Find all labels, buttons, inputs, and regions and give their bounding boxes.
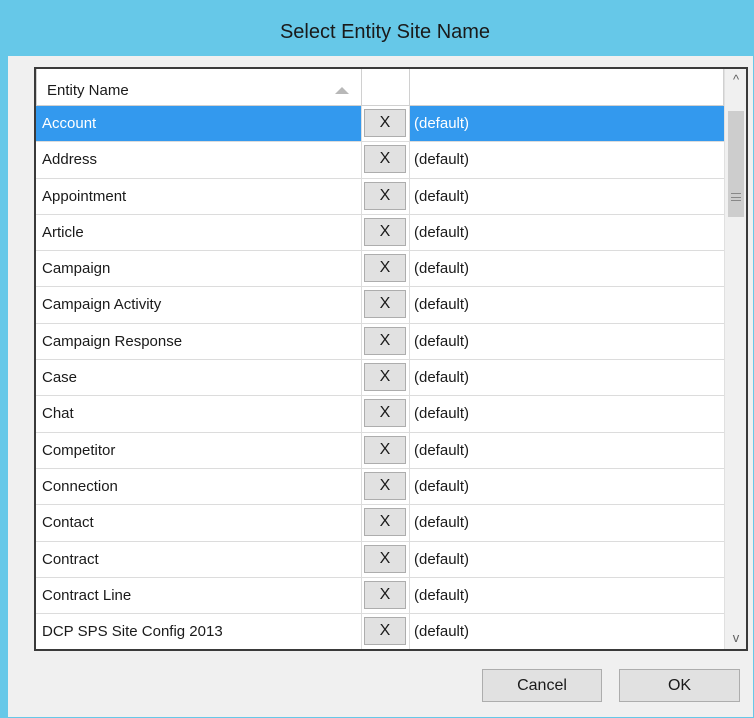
entity-name-cell[interactable]: Case — [36, 360, 362, 396]
table-row[interactable]: Contract X (default) — [36, 541, 724, 578]
table-row[interactable]: Article X (default) — [36, 214, 724, 252]
entity-name-cell[interactable]: Account — [36, 106, 362, 142]
dialog-title: Select Entity Site Name — [8, 0, 754, 56]
table-row[interactable]: Chat X (default) — [36, 396, 724, 433]
entity-name-cell[interactable]: Campaign Response — [36, 323, 362, 360]
clear-site-button[interactable]: X — [364, 435, 406, 464]
site-name-cell[interactable]: (default) — [410, 251, 724, 287]
clear-cell: X — [362, 142, 410, 178]
column-header-site-name[interactable] — [410, 69, 724, 106]
clear-cell: X — [362, 577, 410, 614]
column-header-entity-name[interactable]: Entity Name — [36, 69, 362, 106]
table-row[interactable]: Account X (default) — [36, 106, 724, 143]
table-row[interactable]: Campaign Activity X (default) — [36, 287, 724, 324]
clear-site-button[interactable]: X — [364, 363, 406, 392]
table-row[interactable]: Appointment X (default) — [36, 178, 724, 215]
table-row[interactable]: Case X (default) — [36, 360, 724, 397]
vertical-scrollbar[interactable]: ^ v — [724, 69, 746, 649]
clear-cell: X — [362, 396, 410, 432]
site-name-cell[interactable]: (default) — [410, 396, 724, 432]
cancel-button[interactable]: Cancel — [482, 669, 602, 702]
site-name-cell[interactable]: (default) — [410, 178, 724, 214]
entity-name-cell[interactable]: Competitor — [36, 432, 362, 468]
clear-cell: X — [362, 214, 410, 251]
entity-name-cell[interactable]: Contract Line — [36, 577, 362, 614]
table-row[interactable]: Address X (default) — [36, 142, 724, 179]
clear-site-button[interactable]: X — [364, 145, 406, 174]
clear-cell: X — [362, 251, 410, 287]
scrollbar-thumb[interactable] — [728, 111, 744, 217]
clear-cell: X — [362, 287, 410, 323]
clear-site-button[interactable]: X — [364, 471, 406, 500]
table-row[interactable]: Contact X (default) — [36, 505, 724, 542]
entity-name-cell[interactable]: Contact — [36, 505, 362, 541]
clear-cell: X — [362, 614, 410, 649]
entity-name-cell[interactable]: Chat — [36, 396, 362, 432]
clear-site-button[interactable]: X — [364, 326, 406, 355]
scroll-up-arrow-icon[interactable]: ^ — [725, 69, 746, 91]
clear-site-button[interactable]: X — [364, 217, 406, 246]
site-name-cell[interactable]: (default) — [410, 505, 724, 541]
column-header-clear[interactable] — [362, 69, 410, 106]
table-row[interactable]: Campaign Response X (default) — [36, 323, 724, 361]
entity-name-cell[interactable]: Connection — [36, 468, 362, 505]
table-row[interactable]: Competitor X (default) — [36, 432, 724, 469]
clear-cell: X — [362, 106, 410, 142]
clear-site-button[interactable]: X — [364, 290, 406, 319]
entity-grid: Entity Name Account X (default) Address X (de… — [34, 67, 748, 651]
sort-ascending-icon — [335, 87, 349, 94]
clear-site-button[interactable]: X — [364, 109, 406, 137]
site-name-cell[interactable]: (default) — [410, 541, 724, 577]
entity-grid-body: Entity Name Account X (default) Address X (de… — [36, 69, 724, 649]
site-name-cell[interactable]: (default) — [410, 468, 724, 505]
site-name-cell[interactable]: (default) — [410, 142, 724, 178]
clear-cell: X — [362, 468, 410, 505]
entity-name-cell[interactable]: Appointment — [36, 178, 362, 214]
clear-cell: X — [362, 178, 410, 214]
clear-site-button[interactable]: X — [364, 508, 406, 537]
clear-site-button[interactable]: X — [364, 544, 406, 573]
site-name-cell[interactable]: (default) — [410, 614, 724, 649]
entity-name-cell[interactable]: Address — [36, 142, 362, 178]
column-header-entity-name-label: Entity Name — [47, 82, 129, 99]
select-entity-site-name-dialog: Select Entity Site Name Entity Name Acco… — [0, 0, 754, 718]
ok-button[interactable]: OK — [619, 669, 740, 702]
site-name-cell[interactable]: (default) — [410, 577, 724, 614]
clear-cell: X — [362, 360, 410, 396]
scroll-down-arrow-icon[interactable]: v — [725, 627, 746, 649]
entity-name-cell[interactable]: Campaign — [36, 251, 362, 287]
entity-name-cell[interactable]: Campaign Activity — [36, 287, 362, 323]
site-name-cell[interactable]: (default) — [410, 106, 724, 142]
clear-cell: X — [362, 505, 410, 541]
entity-name-cell[interactable]: Article — [36, 214, 362, 251]
clear-site-button[interactable]: X — [364, 399, 406, 428]
clear-site-button[interactable]: X — [364, 181, 406, 210]
clear-cell: X — [362, 432, 410, 468]
clear-site-button[interactable]: X — [364, 617, 406, 646]
site-name-cell[interactable]: (default) — [410, 323, 724, 360]
clear-site-button[interactable]: X — [364, 254, 406, 283]
entity-rows: Account X (default) Address X (default) Appoin… — [36, 106, 724, 649]
entity-name-cell[interactable]: DCP SPS Site Config 2013 — [36, 614, 362, 649]
clear-site-button[interactable]: X — [364, 580, 406, 609]
table-row[interactable]: Contract Line X (default) — [36, 577, 724, 615]
site-name-cell[interactable]: (default) — [410, 287, 724, 323]
grip-icon — [731, 193, 741, 201]
site-name-cell[interactable]: (default) — [410, 360, 724, 396]
table-row[interactable]: DCP SPS Site Config 2013 X (default) — [36, 614, 724, 649]
entity-name-cell[interactable]: Contract — [36, 541, 362, 577]
clear-cell: X — [362, 323, 410, 360]
table-row[interactable]: Campaign X (default) — [36, 251, 724, 288]
clear-cell: X — [362, 541, 410, 577]
site-name-cell[interactable]: (default) — [410, 432, 724, 468]
site-name-cell[interactable]: (default) — [410, 214, 724, 251]
table-row[interactable]: Connection X (default) — [36, 468, 724, 506]
